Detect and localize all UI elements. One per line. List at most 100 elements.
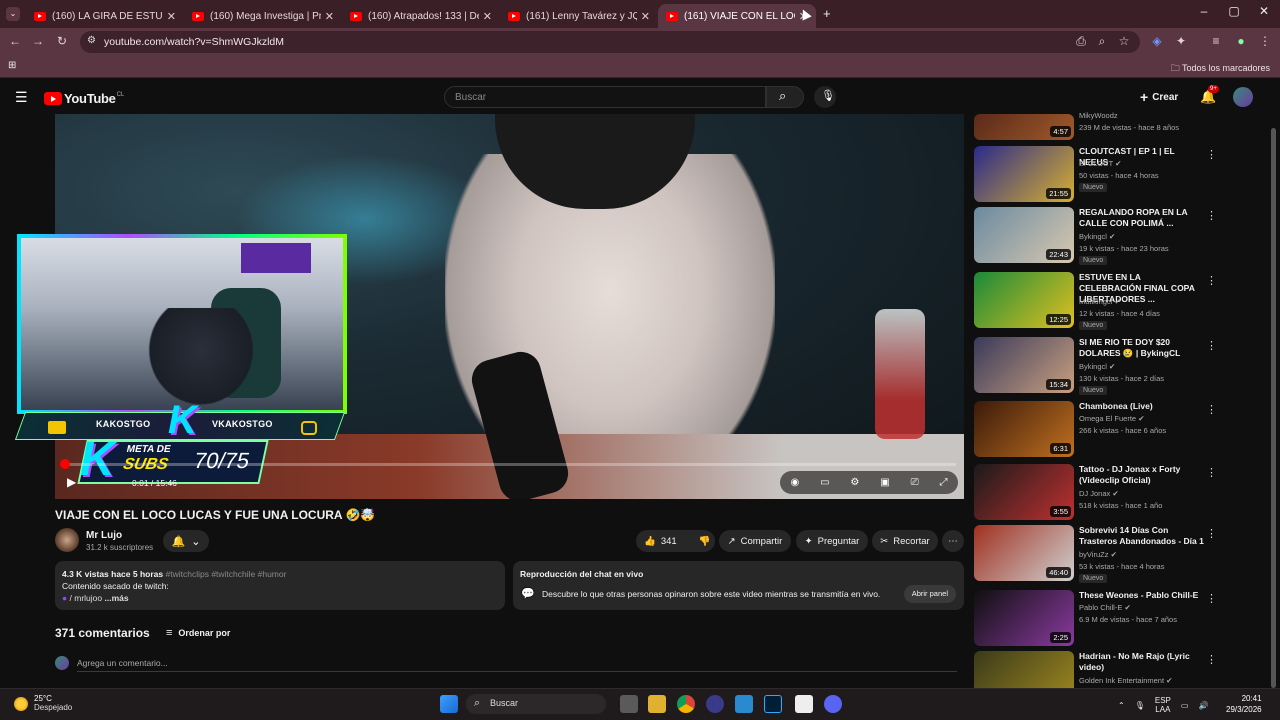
video-thumbnail[interactable]: 3:55	[974, 464, 1074, 520]
reload-icon[interactable]: ↻	[53, 34, 71, 48]
browser-tab[interactable]: (161) Lenny Tavárez y JQuiles e ✕	[500, 4, 658, 28]
profile-icon[interactable]: ●	[1232, 34, 1250, 48]
cast-icon[interactable]: ⎚	[911, 477, 919, 488]
microphone-icon[interactable]: 🎙	[1135, 701, 1145, 710]
comment-input[interactable]: Agrega un comentario...	[77, 658, 168, 668]
photoshop-icon[interactable]	[764, 695, 782, 713]
video-thumbnail[interactable]: 4:57	[974, 114, 1074, 140]
browser-tab[interactable]: (160) Mega Investiga | Preocup ✕	[184, 4, 342, 28]
close-tab-icon[interactable]: ✕	[325, 10, 334, 23]
more-options-icon[interactable]: ⋮	[1206, 527, 1217, 540]
windows-start-icon[interactable]	[440, 695, 458, 713]
taskbar-search[interactable]: ⌕ Buscar	[466, 694, 606, 714]
close-tab-icon[interactable]: ✕	[483, 10, 492, 23]
share-button[interactable]: ↗ Compartir	[719, 530, 791, 552]
chevron-up-icon[interactable]: ⌃	[1118, 701, 1125, 710]
language-indicator[interactable]: ESP LAA	[1155, 696, 1171, 714]
video-thumbnail[interactable]: 21:55	[974, 146, 1074, 202]
recommendation-item[interactable]: 46:40 Sobrevivi 14 Días Con Trasteros Aba…	[974, 525, 1266, 585]
recommendation-item[interactable]: 6:31 Chambonea (Live) Omega El Fuerte ✔ 266…	[974, 401, 1266, 461]
open-panel-button[interactable]: Abrir panel	[903, 585, 956, 603]
zoom-icon[interactable]: ⌕	[1093, 34, 1111, 49]
fullscreen-icon[interactable]: ⤢	[940, 477, 948, 488]
address-bar[interactable]: ⚙ youtube.com/watch?v=ShmWGJkzldM	[80, 31, 1140, 53]
close-window-button[interactable]: ✕	[1248, 4, 1280, 18]
media-icon[interactable]: ≡	[1207, 34, 1225, 48]
video-thumbnail[interactable]: 2:25	[974, 590, 1074, 646]
hamburger-menu-icon[interactable]: ☰	[15, 89, 28, 106]
tab-search-icon[interactable]: ⌄	[6, 7, 20, 21]
progress-scrubber[interactable]	[60, 459, 70, 469]
close-tab-icon[interactable]: ✕	[641, 10, 650, 23]
chrome-icon[interactable]	[677, 695, 695, 713]
clip-button[interactable]: ✂ Recortar	[872, 530, 938, 552]
all-bookmarks[interactable]: 🗀 Todos los marcadores	[1171, 61, 1270, 77]
task-view-icon[interactable]	[620, 695, 638, 713]
volume-icon[interactable]: 🔊	[1198, 701, 1208, 710]
browser-tab[interactable]: (160) Atrapados! 133 | Delincue ✕	[342, 4, 500, 28]
notepad-icon[interactable]	[795, 695, 813, 713]
discord-icon[interactable]	[824, 695, 842, 713]
page-scrollbar[interactable]	[1271, 128, 1276, 688]
video-thumbnail[interactable]: 46:40	[974, 525, 1074, 581]
weather-widget[interactable]: 25°C Despejado	[14, 694, 72, 712]
more-options-icon[interactable]: ⋮	[1206, 653, 1217, 666]
thumbs-down-icon[interactable]: 👎	[699, 536, 711, 547]
youtube-logo[interactable]: YouTube CL	[44, 91, 124, 106]
bookmark-star-icon[interactable]: ☆	[1115, 34, 1133, 48]
sort-comments-button[interactable]: ≡ Ordenar por	[166, 627, 230, 639]
account-avatar[interactable]	[1233, 87, 1253, 107]
recommendation-item[interactable]: 12:25 ESTUVE EN LA CELEBRACIÓN FINAL COPA…	[974, 272, 1266, 332]
hashtags[interactable]: #twitchclips #twitchchile #humor	[166, 569, 287, 579]
video-thumbnail[interactable]: 6:31	[974, 401, 1074, 457]
play-icon[interactable]: ▶	[67, 475, 76, 489]
file-explorer-icon[interactable]	[648, 695, 666, 713]
captions-icon[interactable]: ▭	[820, 477, 829, 488]
more-options-icon[interactable]: ⋮	[1206, 148, 1217, 161]
browser-tab[interactable]: (160) LA GIRA DE ESTUDIO🇳🇮🍓 ✕	[26, 4, 184, 28]
recommendation-item[interactable]: 15:34 SI ME RIO TE DOY $20 DOLARES 😢 | By…	[974, 337, 1266, 397]
back-icon[interactable]: ←	[6, 34, 24, 48]
show-more-link[interactable]: ...más	[104, 593, 128, 603]
restore-button[interactable]: ▢	[1218, 4, 1250, 18]
more-options-icon[interactable]: ⋮	[1206, 339, 1217, 352]
video-thumbnail[interactable]: 12:25	[974, 272, 1074, 328]
menu-dots-icon[interactable]: ⋮	[1256, 34, 1274, 48]
search-button[interactable]: ⌕	[766, 86, 804, 108]
display-icon[interactable]: ▭	[1181, 701, 1189, 710]
browser-tab[interactable]: (161) VIAJE CON EL LOCO LUC✕	[658, 4, 816, 28]
more-options-icon[interactable]: ⋮	[1206, 466, 1217, 479]
twitch-link[interactable]: / mrlujoo	[70, 593, 103, 603]
recommendation-item[interactable]: 22:43 REGALANDO ROPA EN LA CALLE CON POLI…	[974, 207, 1266, 267]
recommendation-item[interactable]: 3:55 Tattoo - DJ Jonax x Forty (Videoclip…	[974, 464, 1266, 524]
video-progress-bar[interactable]	[60, 459, 956, 469]
like-button[interactable]: 👍 341	[644, 536, 677, 547]
create-button[interactable]: + Crear	[1140, 88, 1178, 106]
clock[interactable]: 20:41 29/3/2026	[1226, 693, 1262, 715]
puzzle-icon[interactable]: ✦	[1172, 34, 1190, 48]
search-input[interactable]: Buscar	[444, 86, 766, 108]
video-thumbnail[interactable]: 15:34	[974, 337, 1074, 393]
app-icon[interactable]	[706, 695, 724, 713]
channel-avatar[interactable]	[55, 528, 79, 552]
more-options-icon[interactable]: ⋮	[1206, 209, 1217, 222]
apps-icon[interactable]: ⊞	[8, 60, 16, 71]
new-tab-button[interactable]: +	[823, 6, 831, 21]
settings-gear-icon[interactable]: ⚙	[850, 477, 859, 488]
channel-name[interactable]: Mr Lujo	[86, 530, 122, 541]
subscription-bell-button[interactable]: 🔔 ⌄	[163, 530, 209, 552]
miniplayer-icon[interactable]: ▣	[880, 477, 889, 488]
recommendation-item[interactable]: 2:25 These Weones - Pablo Chill-E Pablo Ch…	[974, 590, 1266, 650]
autoplay-toggle-icon[interactable]: ◉	[790, 477, 799, 488]
more-options-icon[interactable]: ⋮	[1206, 592, 1217, 605]
more-actions-button[interactable]: ⋯	[942, 530, 964, 552]
more-options-icon[interactable]: ⋮	[1206, 403, 1217, 416]
forward-icon[interactable]: →	[29, 34, 47, 48]
site-info-icon[interactable]: ⚙	[87, 35, 96, 46]
close-tab-icon[interactable]: ✕	[167, 10, 176, 23]
voice-search-button[interactable]: 🎙	[814, 86, 836, 108]
install-icon[interactable]: ⎙	[1072, 34, 1090, 49]
recommendation-item[interactable]: 21:55 CLOUTCAST | EP 1 | EL NEEUS El CLOUT…	[974, 146, 1266, 206]
ask-button[interactable]: ✦ Preguntar	[796, 530, 868, 552]
extension-icon[interactable]: ◈	[1148, 34, 1166, 48]
